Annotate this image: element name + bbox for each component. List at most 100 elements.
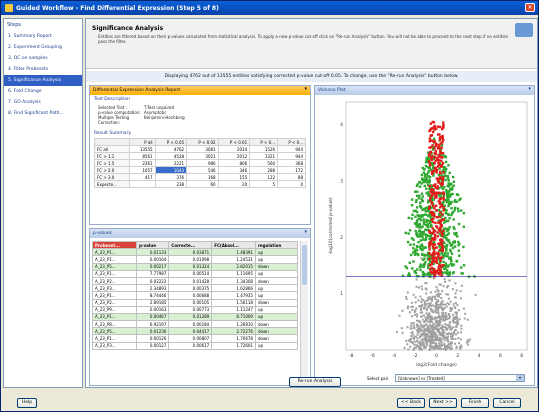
table-row[interactable]: A_23_P8... 6.92197 0.00184 1.26810 down bbox=[92, 320, 298, 329]
close-button[interactable]: ✕ bbox=[525, 3, 535, 12]
table-row[interactable]: A_23_P9... 0.00163 0.00773 1.11247 up bbox=[92, 305, 298, 314]
finish-button[interactable]: Finish bbox=[461, 398, 489, 408]
scatter-point bbox=[416, 337, 419, 340]
scatter-point bbox=[419, 205, 423, 209]
scatter-point bbox=[433, 191, 436, 194]
table-cell[interactable]: 155 bbox=[217, 173, 251, 181]
table-cell[interactable]: 986 bbox=[186, 159, 219, 167]
table-cell[interactable]: 4762 bbox=[154, 145, 188, 153]
table-cell[interactable]: 20 bbox=[217, 180, 251, 188]
volcano-plot[interactable]: -8 -6 -4 -2 0 2 4 6 8 1 2 3 4 log2(Fold change) -log10… bbox=[316, 96, 535, 376]
scatter-point bbox=[437, 309, 440, 312]
table-cell[interactable]: 417 bbox=[129, 173, 156, 181]
table-cell[interactable]: 122 bbox=[249, 173, 279, 181]
table-cell[interactable]: 806 bbox=[217, 159, 251, 167]
table-cell[interactable]: FC > 3.0 bbox=[93, 173, 131, 181]
table-cell[interactable]: 2361 bbox=[129, 159, 156, 167]
table-cell[interactable]: 2012 bbox=[217, 152, 251, 160]
table-cell[interactable]: 3021 bbox=[186, 152, 219, 160]
scatter-point bbox=[431, 297, 434, 300]
rerun-analysis-button[interactable]: Re-run Analysis bbox=[289, 377, 341, 387]
table-cell[interactable]: FC > 1.1 bbox=[93, 152, 131, 160]
table-cell[interactable]: 1321 bbox=[249, 152, 279, 160]
table-cell[interactable]: 2221 bbox=[154, 159, 188, 167]
table-cell[interactable]: 0 bbox=[277, 180, 306, 188]
scatter-point bbox=[437, 242, 440, 245]
sidebar-step-item[interactable]: 4. Filter Probesets bbox=[4, 64, 82, 75]
column-header[interactable]: FC(Absol... bbox=[211, 241, 256, 250]
table-cell[interactable]: 1526 bbox=[249, 145, 279, 153]
table-cell[interactable]: 944 bbox=[277, 145, 306, 153]
table-cell[interactable]: 8561 bbox=[129, 152, 156, 160]
table-cell[interactable]: FC > 2.0 bbox=[93, 166, 131, 174]
table-cell[interactable]: 944 bbox=[277, 152, 306, 160]
column-header: P < 0... bbox=[249, 138, 279, 146]
scrollbar-thumb[interactable] bbox=[302, 245, 307, 285]
table-cell[interactable] bbox=[129, 180, 156, 188]
table-cell[interactable]: 4528 bbox=[154, 152, 188, 160]
sidebar-step-item[interactable]: 1. Summary Report bbox=[4, 31, 82, 42]
table-cell[interactable]: 560 bbox=[249, 159, 279, 167]
table-cell[interactable]: 2034 bbox=[217, 145, 251, 153]
table-cell[interactable]: 346 bbox=[217, 166, 251, 174]
table-row[interactable]: A_23_P1... 0.00164 0.01098 1.24531 up bbox=[92, 255, 298, 264]
sidebar-step-item[interactable]: 2. Experiment Grouping bbox=[4, 42, 82, 53]
table-cell[interactable]: 546 bbox=[186, 166, 219, 174]
table-cell[interactable]: 172 bbox=[277, 166, 306, 174]
next-button[interactable]: Next >> bbox=[429, 398, 457, 408]
table-row[interactable]: A_23_P1... 0.00467 0.01289 8.71009 up bbox=[92, 312, 298, 322]
table-cell[interactable]: 368 bbox=[277, 159, 306, 167]
sidebar-step-item[interactable]: 3. QC on samples bbox=[4, 53, 82, 64]
table-cell[interactable]: 288 bbox=[249, 166, 279, 174]
table-cell[interactable]: FC all bbox=[93, 145, 131, 153]
pvalue-panel-header[interactable]: p-values ▾ bbox=[90, 229, 310, 238]
table-row[interactable]: A_23_P5... 0.01236 0.04417 2.72276 down bbox=[92, 327, 298, 336]
table-row[interactable]: A_23_P5... 0.00217 0.01324 2.82015 down bbox=[92, 262, 298, 271]
sidebar-step-item[interactable]: 7. GO Analysis bbox=[4, 97, 82, 108]
table-row[interactable]: A_23_P1... 0.01133 0.03871 1.48391 up bbox=[92, 248, 298, 257]
table-cell[interactable]: 88 bbox=[277, 173, 306, 181]
table-row[interactable]: A_23_P2... 0.02222 0.01428 1.34308 down bbox=[92, 276, 298, 286]
table-row[interactable]: A_23_P1... 7.77987 0.00514 1.11695 up bbox=[92, 269, 298, 278]
table-cell[interactable]: 3081 bbox=[186, 145, 219, 153]
table-cell[interactable]: 5 bbox=[249, 180, 279, 188]
table-cell[interactable]: 13555 bbox=[129, 145, 156, 153]
collapse-icon[interactable]: ▾ bbox=[304, 229, 307, 236]
column-header[interactable]: Probeset... bbox=[92, 241, 138, 250]
cancel-button[interactable]: Cancel bbox=[493, 398, 521, 408]
chevron-down-icon[interactable]: ▾ bbox=[516, 375, 524, 381]
column-header[interactable]: regulation bbox=[254, 241, 298, 250]
table-row[interactable]: A_23_P3... 2.34893 0.00375 1.62866 up bbox=[92, 284, 298, 293]
sidebar-step-item[interactable]: 6. Fold Change bbox=[4, 86, 82, 97]
sidebar-step-item[interactable]: 5. Significance Analysis bbox=[4, 75, 82, 86]
scatter-point bbox=[452, 313, 455, 316]
table-row[interactable]: A_23_P1... 0.00126 0.00807 1.70678 down bbox=[92, 334, 298, 343]
column-header[interactable]: Correcte... bbox=[168, 241, 213, 250]
back-button[interactable]: << Back bbox=[397, 398, 425, 408]
table-cell[interactable]: 238 bbox=[154, 180, 188, 188]
table-row[interactable]: A_23_P3... 0.00127 0.00617 1.72601 up bbox=[92, 341, 298, 350]
pvalue-scrollbar[interactable] bbox=[300, 241, 308, 384]
table-cell[interactable]: 168 bbox=[186, 173, 219, 181]
table-cell[interactable]: 1057 bbox=[129, 166, 156, 174]
table-cell[interactable]: 60 bbox=[186, 180, 219, 188]
table-row[interactable]: A_23_P1... 8.74446 0.00688 1.47935 up bbox=[92, 291, 298, 300]
volcano-panel-header[interactable]: Volcano Plot ▾ bbox=[315, 86, 534, 95]
table-cell[interactable]: FC > 1.5 bbox=[93, 159, 131, 167]
sidebar-step-item[interactable]: 8. Find Significant Path... bbox=[4, 108, 82, 119]
column-header[interactable]: p-value bbox=[136, 241, 170, 250]
collapse-icon[interactable]: ▾ bbox=[304, 86, 307, 93]
table-cell[interactable]: 1043 bbox=[154, 166, 188, 174]
scatter-point bbox=[419, 268, 422, 272]
scatter-point bbox=[459, 297, 462, 300]
select-pair-dropdown[interactable]: [Unknown] vs [Treated] ▾ bbox=[395, 374, 525, 382]
report-panel-header[interactable]: Differential Expression Analysis Report … bbox=[90, 86, 310, 95]
table-row[interactable]: A_23_P2... 2.89185 0.00105 1.56118 down bbox=[92, 298, 298, 307]
help-button[interactable]: Help bbox=[17, 398, 37, 408]
scatter-point bbox=[419, 201, 422, 205]
collapse-icon[interactable]: ▾ bbox=[528, 86, 531, 93]
table-cell[interactable]: Expecte... bbox=[93, 180, 131, 188]
scatter-point bbox=[445, 249, 448, 252]
table-cell[interactable]: 376 bbox=[154, 173, 188, 181]
scatter-point bbox=[425, 335, 428, 338]
